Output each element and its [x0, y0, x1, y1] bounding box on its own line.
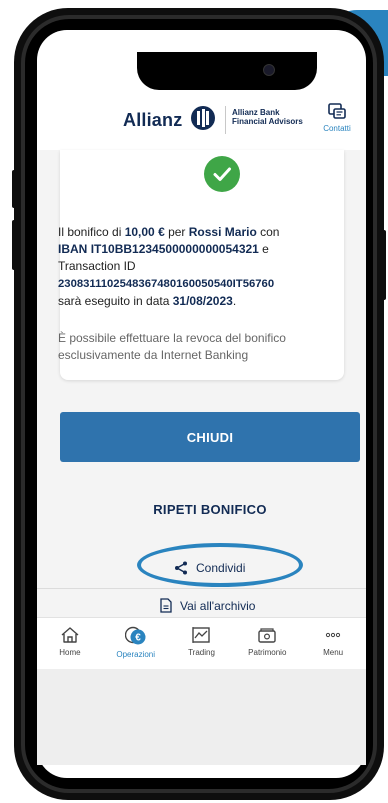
- tab-trading-label: Trading: [188, 648, 215, 657]
- screen-bottom-area: [37, 669, 366, 765]
- allianz-logo-icon: [191, 106, 215, 130]
- success-check-icon: [204, 156, 240, 192]
- brand-subtitle-line2: Financial Advisors: [232, 117, 303, 126]
- tab-menu-label: Menu: [323, 648, 344, 657]
- phone-side-button: [12, 170, 16, 208]
- iban-value: IT10BB1234500000000054321: [90, 242, 259, 256]
- contact-button[interactable]: Contatti: [317, 102, 357, 133]
- tab-home-label: Home: [59, 648, 81, 657]
- wallet-icon: [258, 628, 276, 643]
- tab-menu[interactable]: Menu: [300, 618, 366, 670]
- archive-link[interactable]: Vai all'archivio: [160, 598, 255, 613]
- execution-date: 31/08/2023: [172, 294, 233, 308]
- document-icon: [160, 598, 172, 613]
- confirmation-message: Il bonifico di 10,00 € per Rossi Mario c…: [58, 225, 280, 308]
- brand-logo-text: Allianz: [123, 110, 183, 130]
- chart-icon: [192, 627, 211, 643]
- phone-power-button: [382, 230, 386, 300]
- iban-label: IBAN: [58, 242, 88, 256]
- contact-label: Contatti: [323, 124, 351, 133]
- divider: [37, 588, 366, 589]
- bottom-tab-bar: Home € Operazioni Trading Patrimonio Men…: [37, 617, 366, 670]
- home-icon: [61, 627, 79, 643]
- transaction-label: Transaction ID: [58, 259, 136, 273]
- euro-icon: €: [124, 626, 146, 645]
- repeat-transfer-button[interactable]: RIPETI BONIFICO: [60, 502, 360, 524]
- chat-icon: [328, 103, 346, 119]
- tab-home[interactable]: Home: [37, 618, 103, 670]
- archive-label: Vai all'archivio: [180, 598, 256, 613]
- brand-subtitle-line1: Allianz Bank: [232, 108, 280, 117]
- svg-text:€: €: [135, 633, 141, 644]
- beneficiary: Rossi Mario: [188, 225, 257, 239]
- logo-separator: [225, 106, 226, 134]
- transaction-id: 2308311102548367480160050540IT56760: [58, 278, 275, 290]
- revoke-note: È possibile effettuare la revoca del bon…: [58, 331, 286, 362]
- phone-volume-button: [12, 220, 16, 270]
- tab-patrimonio-label: Patrimonio: [248, 648, 287, 657]
- highlight-ring: [137, 543, 303, 587]
- tab-trading[interactable]: Trading: [169, 618, 235, 670]
- brand-subtitle: Allianz Bank Financial Advisors: [232, 108, 303, 126]
- amount: 10,00 €: [124, 225, 165, 239]
- notch: [137, 52, 317, 90]
- tab-patrimonio[interactable]: Patrimonio: [234, 618, 300, 670]
- tab-operazioni[interactable]: € Operazioni: [103, 618, 169, 670]
- tab-operazioni-label: Operazioni: [116, 650, 156, 659]
- more-icon: [325, 632, 341, 638]
- close-button[interactable]: CHIUDI: [60, 412, 360, 462]
